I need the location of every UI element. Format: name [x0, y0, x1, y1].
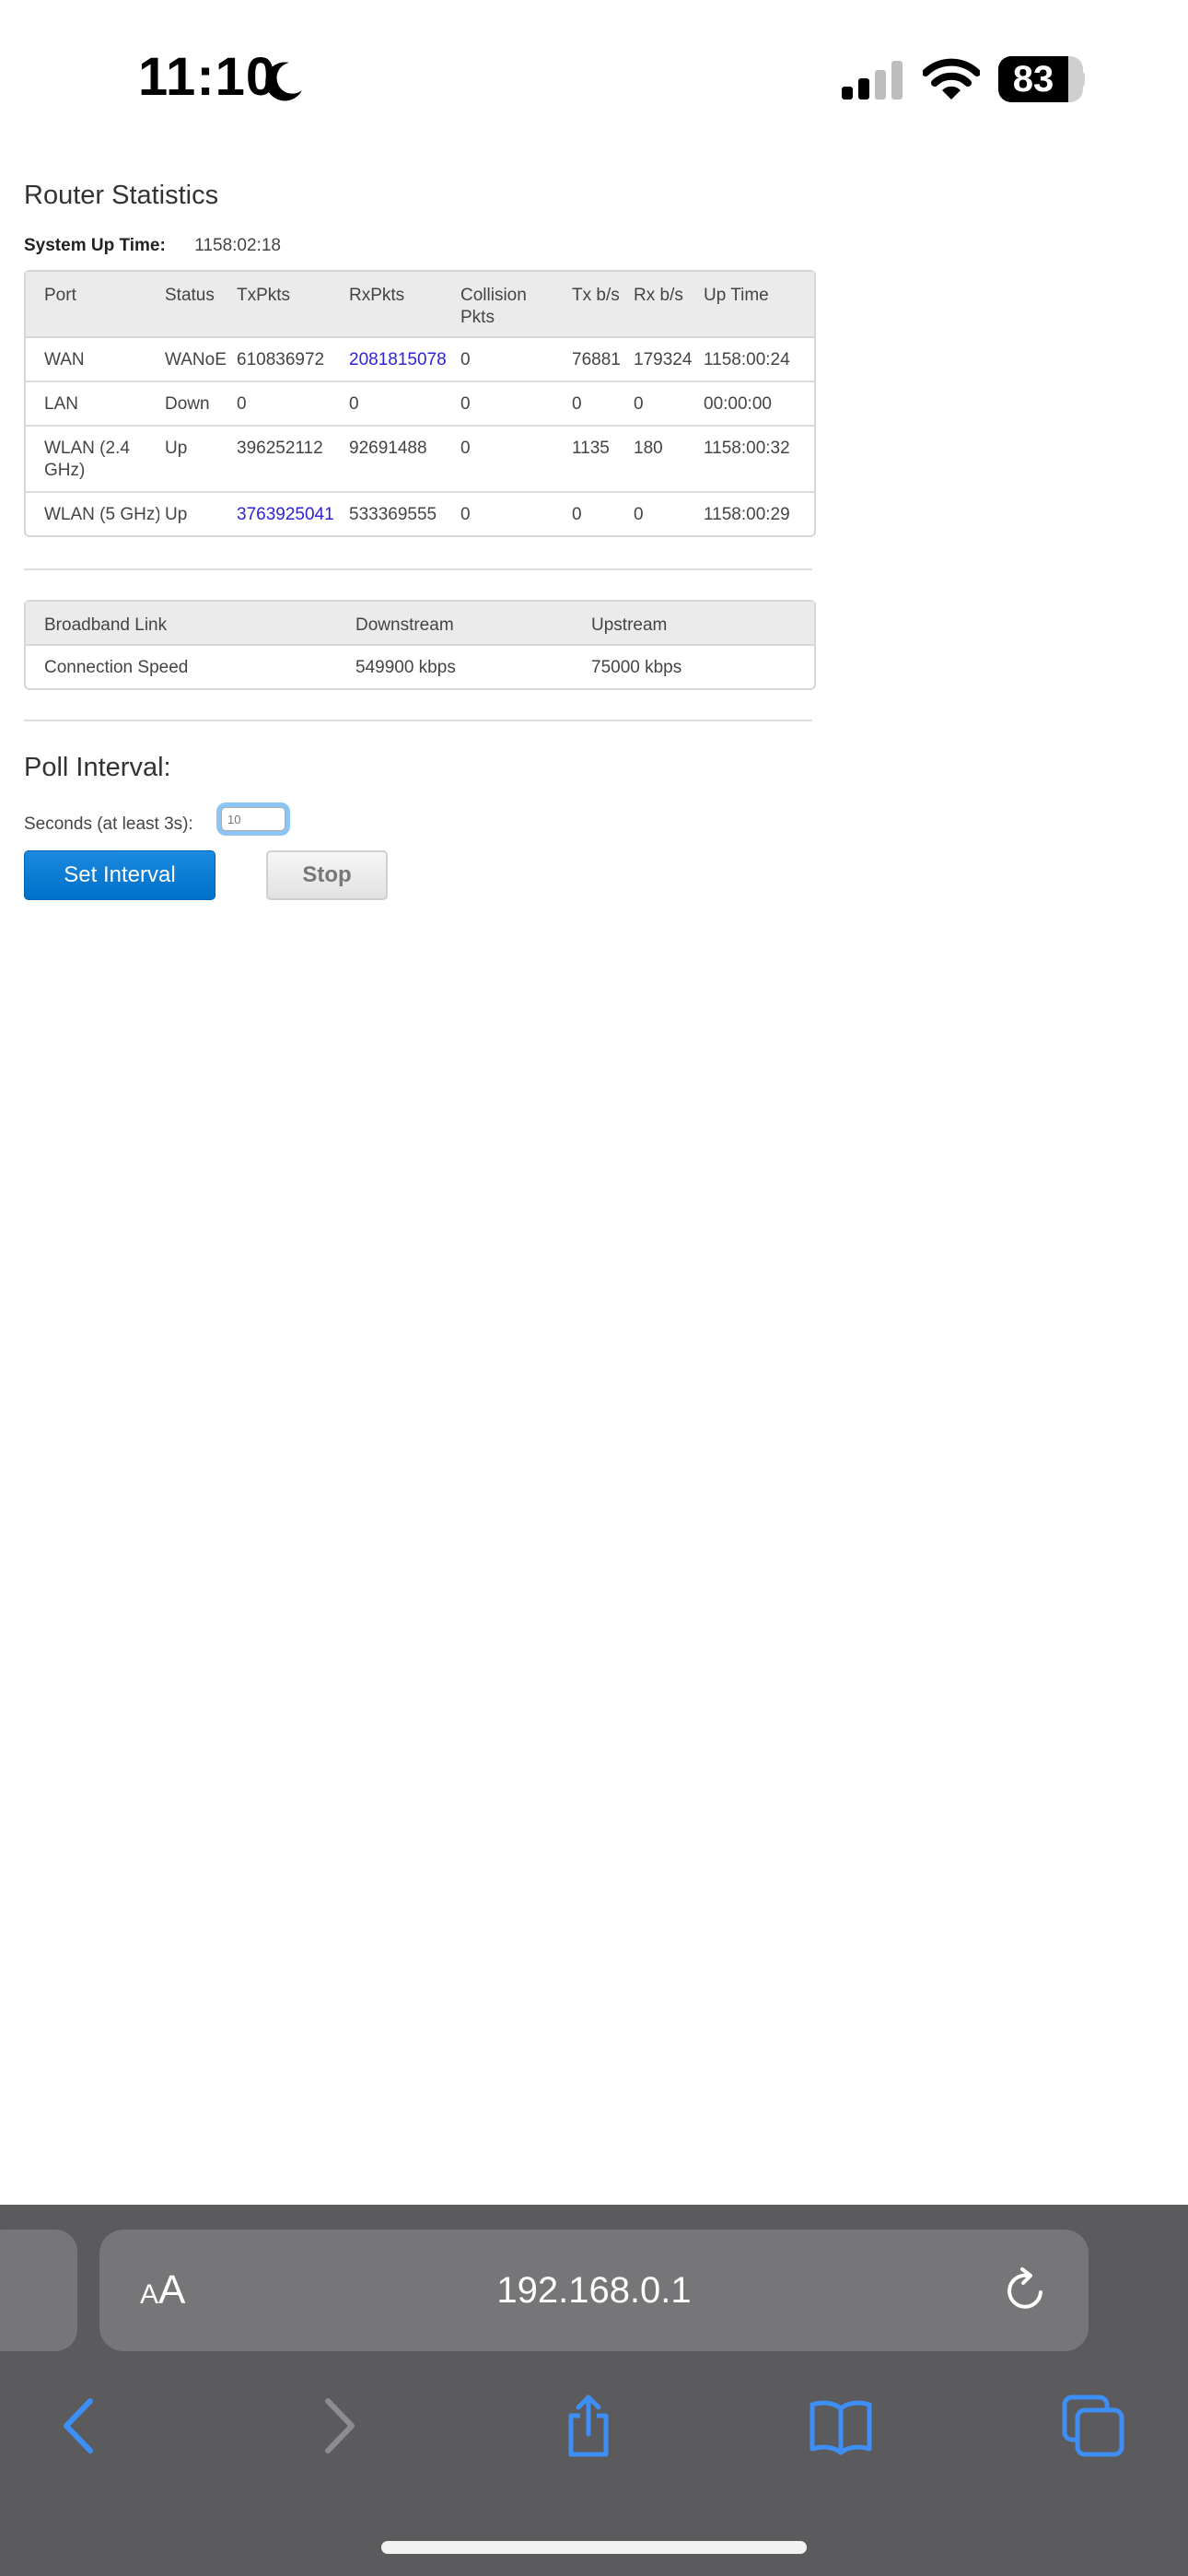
txpkts-cell: 610836972	[231, 338, 344, 382]
share-icon[interactable]	[556, 2394, 621, 2458]
signal-icon	[842, 61, 903, 100]
uptime-cell: 1158:00:32	[698, 427, 814, 493]
txbps-cell: 1135	[566, 427, 628, 493]
battery-percentage: 83	[1012, 59, 1054, 100]
chevron-left-icon[interactable]	[48, 2394, 112, 2458]
battery-tip	[1077, 71, 1085, 88]
rxbps-cell: 180	[628, 427, 698, 493]
table-row: WAN WANoE 610836972 2081815078 0 76881 1…	[26, 338, 814, 382]
rxpkts-cell: 533369555	[349, 505, 437, 524]
seconds-input[interactable]	[221, 807, 285, 831]
column-header: Up Time	[698, 272, 814, 338]
column-header: Tx b/s	[566, 272, 628, 338]
port-cell: WAN	[26, 338, 159, 382]
txpkts-link[interactable]: 3763925041	[231, 493, 344, 535]
poll-seconds-row: Seconds (at least 3s):	[24, 807, 812, 842]
rxpkts-cell: 92691488	[344, 427, 455, 493]
column-header: Port	[26, 272, 159, 338]
rxbps-cell: 179324	[628, 338, 698, 382]
seconds-label: Seconds (at least 3s):	[24, 814, 193, 834]
poll-interval-title: Poll Interval:	[24, 753, 171, 782]
set-interval-button[interactable]: Set Interval	[24, 850, 215, 900]
rxpkts-link[interactable]: 2081815078	[344, 338, 455, 382]
txbps-cell: 0	[572, 505, 582, 524]
column-header: Broadband Link	[26, 602, 350, 646]
table-row: Connection Speed 549900 kbps 75000 kbps	[26, 646, 814, 688]
tabs-icon[interactable]	[1061, 2394, 1125, 2458]
column-header: RxPkts	[344, 272, 455, 338]
url-text[interactable]: 192.168.0.1	[99, 2266, 1089, 2314]
table-header-row: Broadband Link Downstream Upstream	[26, 602, 814, 646]
status-cell: Up	[159, 427, 231, 493]
txbps-cell: 0	[566, 382, 628, 427]
router-stats-table: Port Status TxPkts RxPkts Collision Pkts…	[24, 270, 816, 537]
page-title: Router Statistics	[24, 181, 219, 210]
status-time: 11:10	[138, 47, 277, 107]
table-row: WLAN (5 GHz) Up 3763925041 533369555 0 0…	[26, 493, 814, 535]
link-cell: Connection Speed	[44, 658, 189, 677]
previous-tab-preview[interactable]	[0, 2230, 77, 2351]
address-bar[interactable]: AA 192.168.0.1	[99, 2230, 1089, 2351]
reload-icon[interactable]	[1002, 2266, 1050, 2314]
downstream-cell: 549900 kbps	[355, 658, 456, 677]
column-header: Rx b/s	[628, 272, 698, 338]
table-row: LAN Down 0 0 0 0 0 00:00:00	[26, 382, 814, 427]
status-cell: Down	[159, 382, 231, 427]
section-divider	[24, 720, 812, 721]
column-header: Status	[159, 272, 231, 338]
rxbps-cell: 0	[634, 505, 644, 524]
status-cell: WANoE	[159, 338, 231, 382]
txbps-cell: 76881	[566, 338, 628, 382]
upstream-cell: 75000 kbps	[591, 658, 682, 677]
rxbps-cell: 0	[628, 382, 698, 427]
system-uptime-row: System Up Time: 1158:02:18	[24, 233, 812, 259]
book-icon[interactable]	[809, 2394, 873, 2458]
status-cell: Up	[165, 505, 188, 524]
txpkts-cell: 0	[231, 382, 344, 427]
router-page: Router Statistics System Up Time: 1158:0…	[24, 181, 816, 842]
safari-toolbar: AA 192.168.0.1	[0, 2205, 1188, 2576]
collision-cell: 0	[455, 427, 566, 493]
home-indicator	[381, 2541, 807, 2554]
moon-icon	[265, 62, 302, 101]
uptime-cell: 1158:00:24	[698, 338, 814, 382]
collision-cell: 0	[455, 338, 566, 382]
chevron-right-icon[interactable]	[306, 2394, 370, 2458]
table-row: WLAN (2.4 GHz) Up 396252112 92691488 0 1…	[26, 427, 814, 493]
collision-cell: 0	[455, 382, 566, 427]
broadband-table: Broadband Link Downstream Upstream Conne…	[24, 600, 816, 690]
port-cell: LAN	[26, 382, 159, 427]
uptime-value: 1158:02:18	[194, 236, 281, 255]
table-header-row: Port Status TxPkts RxPkts Collision Pkts…	[26, 272, 814, 338]
status-bar: 11:10 83	[0, 0, 1188, 161]
column-header: Upstream	[586, 602, 814, 646]
section-divider	[24, 568, 812, 570]
port-cell: WLAN (5 GHz)	[44, 505, 159, 524]
collision-cell: 0	[460, 505, 471, 524]
port-cell: WLAN (2.4 GHz)	[26, 427, 159, 493]
column-header: TxPkts	[231, 272, 344, 338]
column-header: Downstream	[350, 602, 586, 646]
txpkts-cell: 396252112	[231, 427, 344, 493]
uptime-cell: 1158:00:29	[704, 505, 790, 524]
stop-button[interactable]: Stop	[266, 850, 388, 900]
column-header: Collision Pkts	[455, 272, 566, 338]
wifi-icon	[923, 58, 980, 100]
uptime-label: System Up Time:	[24, 236, 166, 255]
uptime-cell: 00:00:00	[698, 382, 814, 427]
battery-indicator: 83	[998, 56, 1083, 102]
rxpkts-cell: 0	[344, 382, 455, 427]
